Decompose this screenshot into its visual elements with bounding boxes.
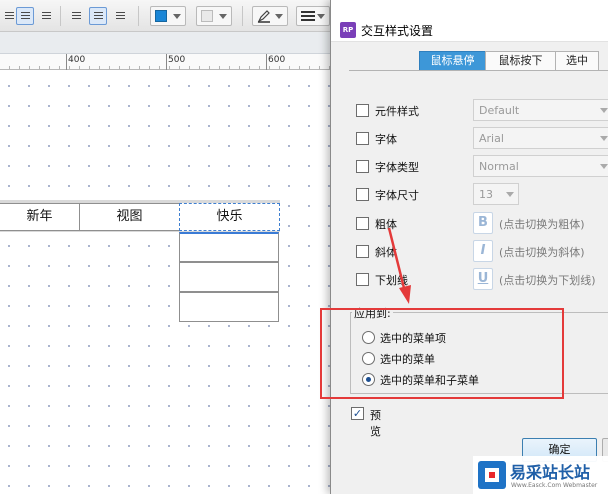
property-label: 斜体 — [375, 246, 397, 259]
chevron-down-icon — [600, 164, 608, 169]
watermark-name: 易采站长站 — [510, 463, 591, 482]
font-size-select[interactable]: 13 — [473, 183, 519, 205]
valign-middle-icon[interactable] — [89, 7, 107, 25]
toolbar-separator — [60, 6, 61, 26]
watermark-url: Www.Easck.Com Webmaster — [511, 482, 598, 489]
valign-bottom-icon[interactable] — [111, 7, 129, 25]
property-label: 字体尺寸 — [375, 189, 419, 202]
line-style-icon — [301, 11, 315, 21]
tab-divider — [349, 70, 608, 71]
fill-color-dropdown[interactable] — [150, 6, 186, 26]
font-type-select[interactable]: Normal — [473, 155, 608, 177]
horizontal-ruler: 400 500 600 — [0, 54, 330, 70]
underline-hint: (点击切换为下划线) — [499, 274, 596, 287]
italic-checkbox[interactable] — [356, 245, 369, 258]
valign-top-icon[interactable] — [67, 7, 85, 25]
toolbar-separator — [138, 6, 139, 26]
font-size-checkbox[interactable] — [356, 188, 369, 201]
pen-icon — [257, 10, 270, 23]
menu-item-view[interactable]: 视图 — [79, 203, 180, 231]
bold-icon[interactable]: B — [473, 212, 493, 234]
menu-item-happy[interactable]: 快乐 — [179, 203, 280, 231]
submenu-item[interactable] — [179, 292, 279, 322]
underline-checkbox[interactable] — [356, 273, 369, 286]
ruler-mark: 500 — [168, 55, 186, 65]
italic-icon[interactable]: I — [473, 240, 493, 262]
select-value: Normal — [479, 160, 519, 173]
site-logo-icon — [478, 461, 506, 489]
shadow-dropdown[interactable] — [196, 6, 232, 26]
bold-hint: (点击切换为粗体) — [499, 218, 585, 231]
ruler-tick — [66, 54, 67, 70]
menu-item-new-year[interactable]: 新年 — [0, 203, 80, 231]
design-canvas[interactable] — [0, 71, 330, 494]
align-center-icon[interactable] — [16, 7, 34, 25]
line-style-dropdown[interactable] — [296, 6, 330, 26]
chevron-down-icon — [600, 136, 608, 141]
bold-checkbox[interactable] — [356, 217, 369, 230]
app-icon: RP — [340, 22, 356, 38]
dialog-titlebar[interactable]: RP 交互样式设置 — [331, 0, 608, 42]
ruler-tick — [166, 54, 167, 70]
chevron-down-icon — [600, 108, 608, 113]
document-tab-strip — [0, 32, 330, 54]
align-right-icon[interactable] — [37, 7, 55, 25]
ruler-mark: 600 — [268, 55, 286, 65]
site-watermark: 易采站长站 Www.Easck.Com Webmaster — [473, 456, 608, 494]
ruler-mark: 400 — [68, 55, 86, 65]
line-color-dropdown[interactable] — [252, 6, 288, 26]
italic-hint: (点击切换为斜体) — [499, 246, 585, 259]
preview-label: 预览 — [370, 409, 381, 438]
dialog-title: 交互样式设置 — [361, 24, 434, 38]
fill-color-icon — [155, 10, 167, 22]
widget-style-checkbox[interactable] — [356, 104, 369, 117]
property-label: 字体 — [375, 133, 397, 146]
horizontal-menu-widget[interactable]: 新年 视图 快乐 — [0, 200, 280, 232]
property-label: 下划线 — [375, 274, 408, 287]
underline-icon[interactable]: U — [473, 268, 493, 290]
tab-mouse-hover[interactable]: 鼠标悬停 — [419, 51, 486, 71]
submenu-item[interactable] — [179, 232, 279, 262]
interaction-style-dialog: RP 交互样式设置 鼠标悬停 鼠标按下 选中 元件样式 Default 字体 A… — [320, 0, 608, 494]
property-label: 粗体 — [375, 218, 397, 231]
preview-checkbox[interactable]: ✓ — [351, 407, 364, 420]
shadow-icon — [201, 10, 213, 22]
font-checkbox[interactable] — [356, 132, 369, 145]
select-value: Arial — [479, 132, 504, 145]
tab-mouse-down[interactable]: 鼠标按下 — [485, 51, 556, 71]
widget-style-select[interactable]: Default — [473, 99, 608, 121]
submenu-item[interactable] — [179, 262, 279, 292]
font-type-checkbox[interactable] — [356, 160, 369, 173]
font-select[interactable]: Arial — [473, 127, 608, 149]
select-value: 13 — [479, 188, 493, 201]
annotation-highlight-box — [320, 308, 564, 399]
property-label: 元件样式 — [375, 105, 419, 118]
chevron-down-icon — [506, 192, 514, 197]
ruler-tick — [266, 54, 267, 70]
select-value: Default — [479, 104, 520, 117]
tab-selected[interactable]: 选中 — [555, 51, 599, 71]
toolbar-separator — [242, 6, 243, 26]
property-label: 字体类型 — [375, 161, 419, 174]
